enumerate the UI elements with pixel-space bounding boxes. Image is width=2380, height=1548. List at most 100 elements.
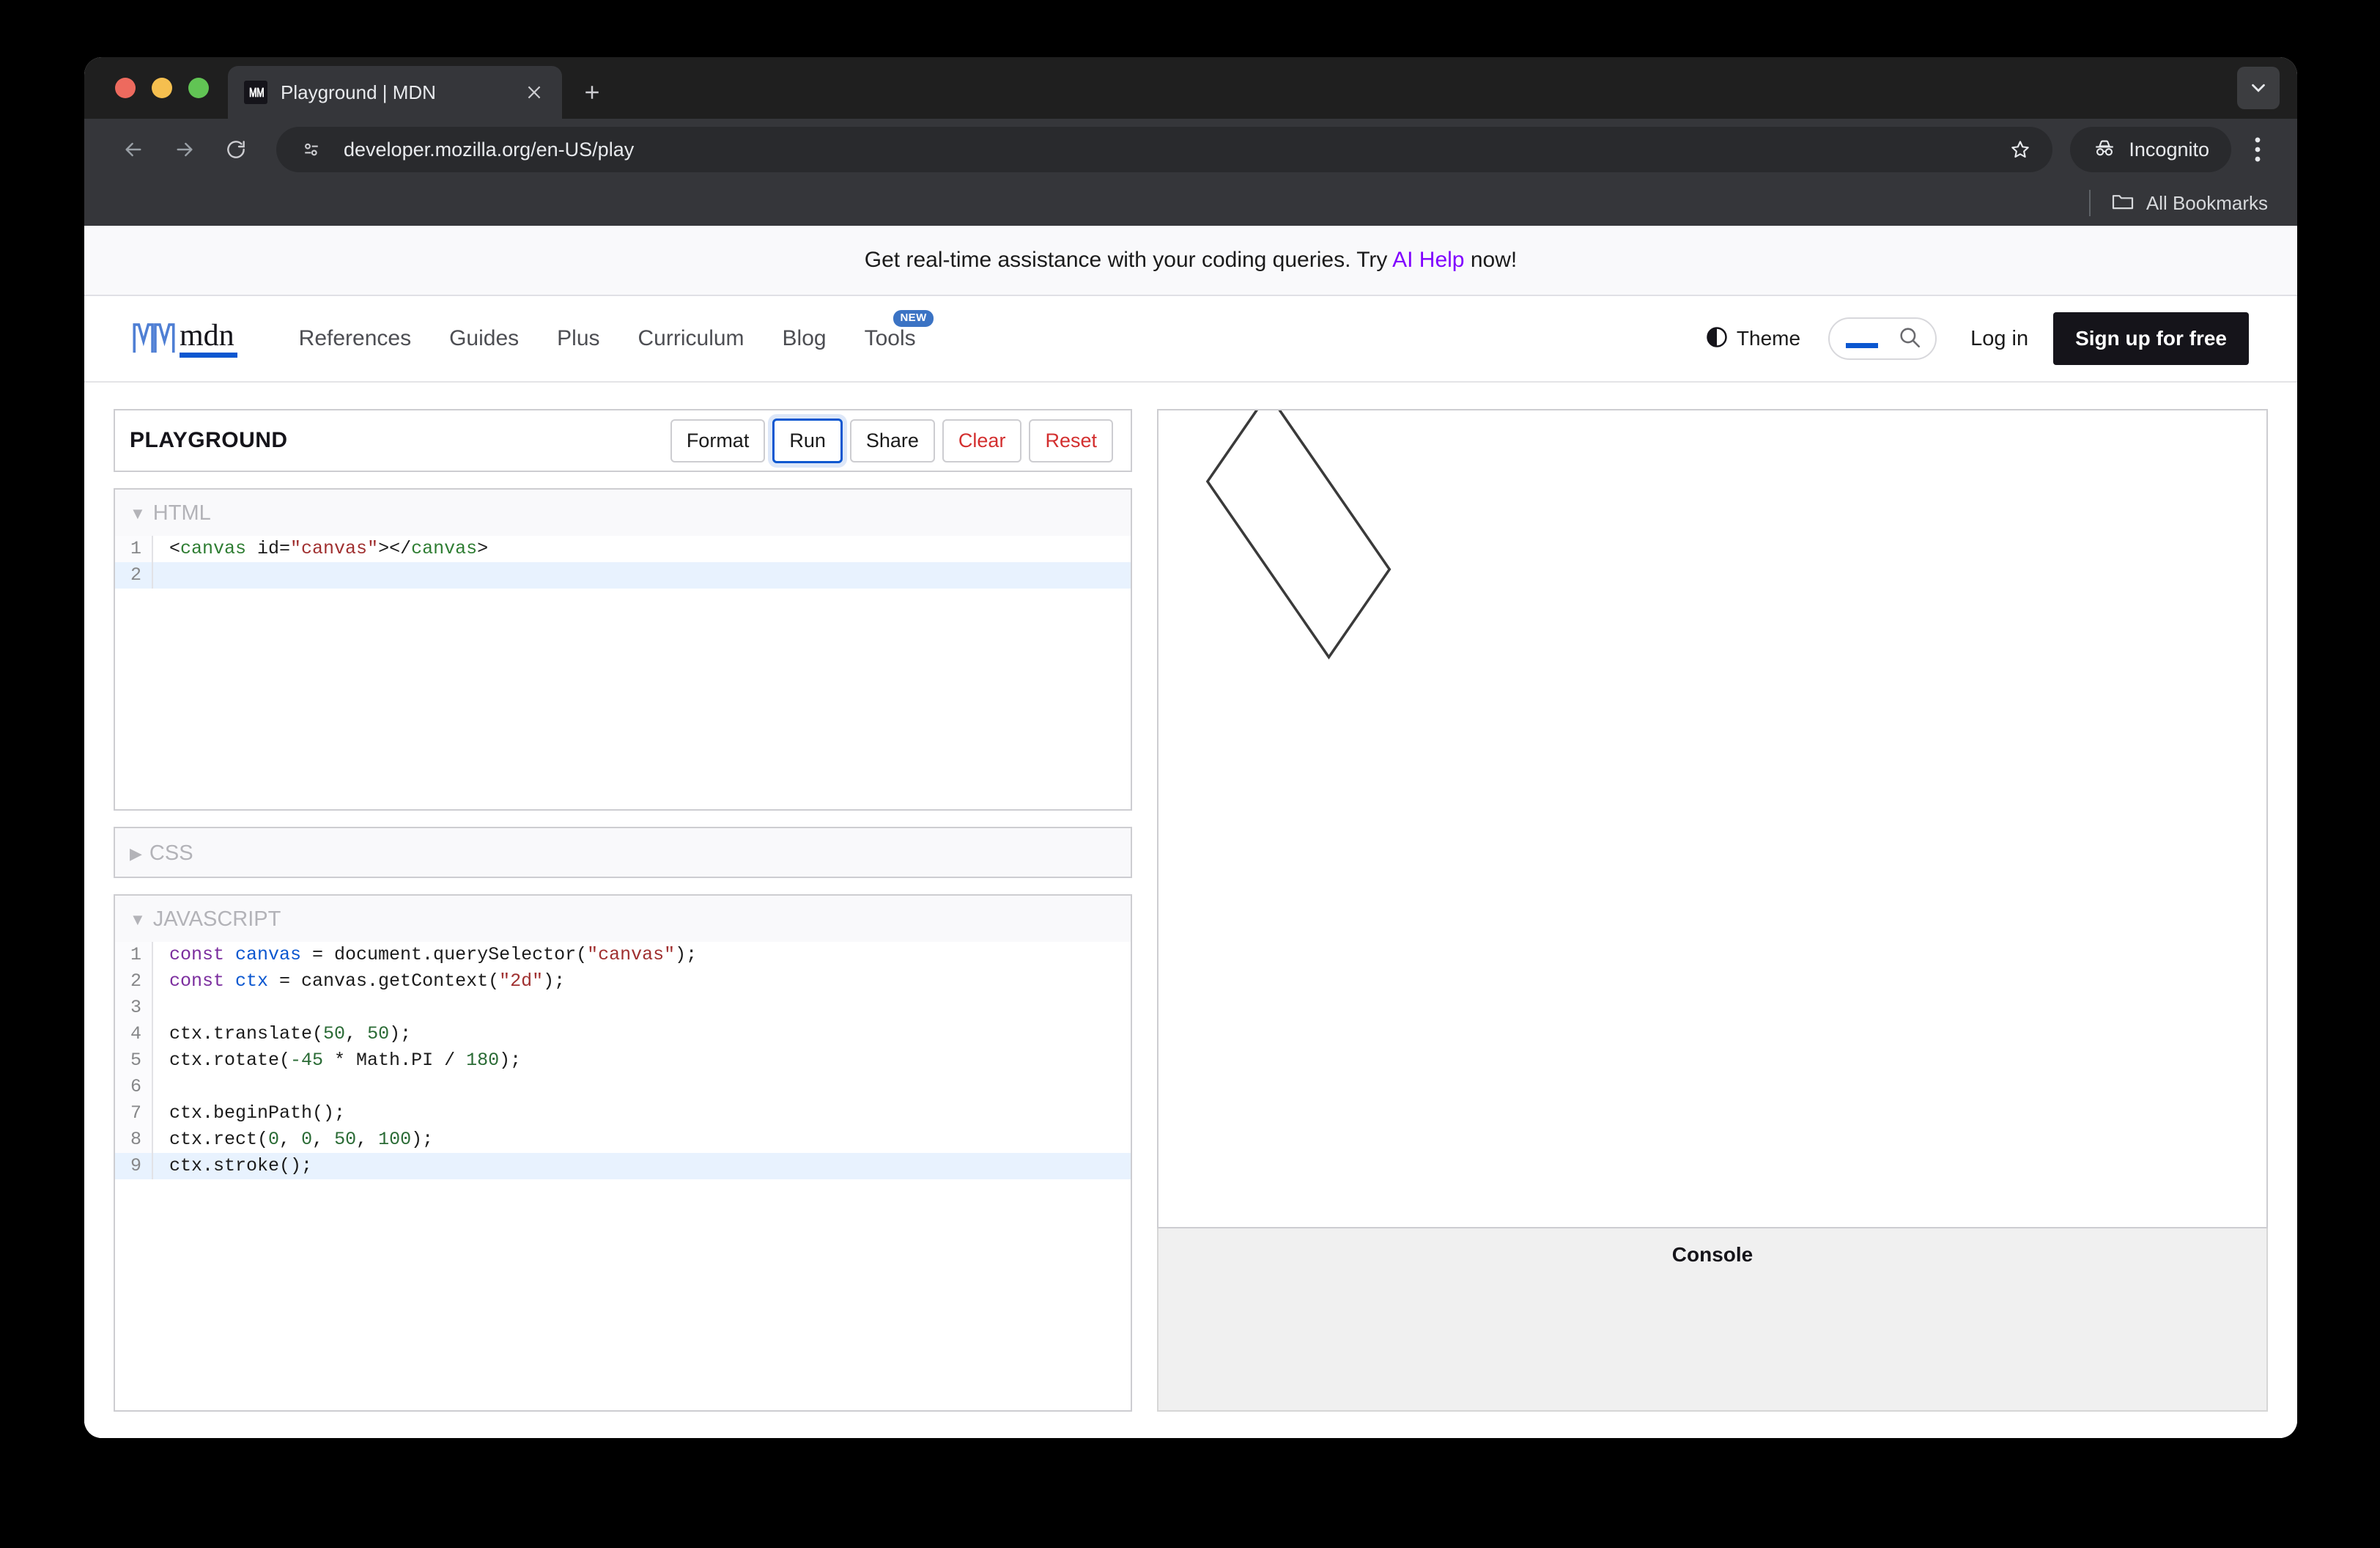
triangle-down-icon: ▼ bbox=[130, 910, 146, 929]
close-window-button[interactable] bbox=[115, 78, 136, 98]
code-token: 100 bbox=[378, 1129, 412, 1150]
code-text: ctx.rotate(-45 * Math.PI / 180); bbox=[153, 1047, 521, 1074]
html-editor-toggle[interactable]: ▼ HTML bbox=[115, 490, 1131, 536]
code-token: 180 bbox=[466, 1050, 500, 1071]
page-info-icon[interactable] bbox=[295, 133, 328, 166]
tab-strip: Playground | MDN bbox=[84, 57, 2297, 119]
maximize-window-button[interactable] bbox=[188, 78, 209, 98]
chevron-down-icon[interactable] bbox=[2237, 67, 2280, 109]
code-line[interactable]: 5 ctx.rotate(-45 * Math.PI / 180); bbox=[115, 1047, 1131, 1074]
code-token: ); bbox=[499, 1050, 522, 1071]
browser-tab[interactable]: Playground | MDN bbox=[228, 66, 562, 119]
line-number: 5 bbox=[115, 1047, 153, 1074]
browser-toolbar: developer.mozilla.org/en-US/play Incogni… bbox=[84, 119, 2297, 180]
search-icon bbox=[1897, 325, 1922, 353]
nav-item-plus[interactable]: Plus bbox=[538, 326, 618, 351]
nav-item-tools[interactable]: Tools NEW bbox=[846, 310, 935, 351]
announcement-text-after: now! bbox=[1464, 248, 1518, 272]
nav-label: Blog bbox=[782, 326, 827, 350]
theme-toggle-button[interactable]: Theme bbox=[1693, 326, 1814, 352]
close-icon[interactable] bbox=[520, 78, 549, 107]
code-line[interactable]: 1 <canvas id="canvas"></canvas> bbox=[115, 536, 1131, 562]
code-token: , bbox=[312, 1129, 335, 1150]
mdn-logo-text: mdn bbox=[180, 320, 237, 358]
reset-button[interactable]: Reset bbox=[1029, 419, 1113, 462]
nav-label: Tools bbox=[864, 326, 916, 350]
console-pane: Console bbox=[1157, 1228, 2268, 1412]
code-line[interactable]: 2 bbox=[115, 562, 1131, 589]
line-number: 1 bbox=[115, 942, 153, 968]
css-editor-toggle[interactable]: ▶ CSS bbox=[115, 828, 1131, 866]
code-text: ctx.stroke(); bbox=[153, 1153, 312, 1179]
code-token: , bbox=[356, 1129, 379, 1150]
line-number: 6 bbox=[115, 1074, 153, 1100]
code-token: ctx.rotate( bbox=[169, 1050, 291, 1071]
all-bookmarks-button[interactable]: All Bookmarks bbox=[2111, 192, 2268, 215]
reload-icon[interactable] bbox=[213, 127, 259, 172]
arrow-right-icon[interactable] bbox=[162, 127, 207, 172]
code-token: ctx.beginPath(); bbox=[169, 1102, 346, 1124]
page-viewport: Get real-time assistance with your codin… bbox=[84, 226, 2297, 1438]
code-token: ctx.translate( bbox=[169, 1023, 324, 1044]
output-column: Console bbox=[1157, 409, 2268, 1412]
javascript-code-area[interactable]: 1 const canvas = document.querySelector("… bbox=[115, 942, 1131, 1410]
nav-item-references[interactable]: References bbox=[280, 326, 430, 351]
plus-icon[interactable] bbox=[572, 73, 612, 112]
code-line[interactable]: 1 const canvas = document.querySelector("… bbox=[115, 942, 1131, 968]
clear-button[interactable]: Clear bbox=[942, 419, 1022, 462]
signup-button[interactable]: Sign up for free bbox=[2053, 312, 2249, 365]
code-token: canvas bbox=[235, 944, 302, 965]
line-number: 9 bbox=[115, 1153, 153, 1179]
code-token: ); bbox=[411, 1129, 434, 1150]
nav-item-blog[interactable]: Blog bbox=[764, 326, 846, 351]
bookmarks-divider bbox=[2088, 190, 2091, 216]
playground-actions: Format Run Share Clear Reset bbox=[670, 418, 1113, 463]
code-token: ctx.stroke(); bbox=[169, 1155, 313, 1176]
code-token: ); bbox=[543, 970, 566, 992]
url-text: developer.mozilla.org/en-US/play bbox=[344, 138, 635, 161]
code-token: 50 bbox=[367, 1023, 390, 1044]
html-code-area[interactable]: 1 <canvas id="canvas"></canvas> 2 bbox=[115, 536, 1131, 809]
code-token: const bbox=[169, 944, 236, 965]
code-line[interactable]: 7 ctx.beginPath(); bbox=[115, 1100, 1131, 1127]
ai-help-link[interactable]: AI Help bbox=[1392, 248, 1464, 272]
playground-toolbar: PLAYGROUND Format Run Share Clear Reset bbox=[114, 409, 1132, 472]
code-line[interactable]: 6 bbox=[115, 1074, 1131, 1100]
line-number: 3 bbox=[115, 995, 153, 1021]
site-header: mdn References Guides Plus Curriculum Bl… bbox=[84, 296, 2297, 383]
nav-label: Curriculum bbox=[638, 326, 744, 350]
css-editor-label: CSS bbox=[149, 841, 193, 865]
code-token: = canvas.getContext( bbox=[268, 970, 500, 992]
canvas-render bbox=[1205, 410, 1392, 660]
javascript-editor-toggle[interactable]: ▼ JAVASCRIPT bbox=[115, 896, 1131, 942]
incognito-indicator[interactable]: Incognito bbox=[2070, 127, 2231, 172]
code-line[interactable]: 3 bbox=[115, 995, 1131, 1021]
line-number: 4 bbox=[115, 1021, 153, 1047]
format-button[interactable]: Format bbox=[670, 419, 766, 462]
arrow-left-icon[interactable] bbox=[111, 127, 156, 172]
code-line[interactable]: 2 const ctx = canvas.getContext("2d"); bbox=[115, 968, 1131, 995]
star-icon[interactable] bbox=[2001, 130, 2039, 169]
login-link[interactable]: Log in bbox=[1953, 327, 2046, 351]
kebab-menu-icon[interactable] bbox=[2237, 127, 2278, 172]
code-token: id= bbox=[246, 538, 291, 559]
code-line[interactable]: 8 ctx.rect(0, 0, 50, 100); bbox=[115, 1127, 1131, 1153]
code-token: ctx bbox=[235, 970, 269, 992]
window-traffic-lights bbox=[84, 57, 228, 119]
run-button[interactable]: Run bbox=[772, 418, 843, 463]
nav-item-curriculum[interactable]: Curriculum bbox=[619, 326, 764, 351]
code-line[interactable]: 4 ctx.translate(50, 50); bbox=[115, 1021, 1131, 1047]
code-token: ); bbox=[675, 944, 698, 965]
code-token: canvas bbox=[180, 538, 247, 559]
search-input[interactable] bbox=[1828, 317, 1937, 360]
code-line[interactable]: 9 ctx.stroke(); bbox=[115, 1153, 1131, 1179]
code-token: -45 bbox=[290, 1050, 324, 1071]
share-button[interactable]: Share bbox=[849, 419, 935, 462]
triangle-right-icon: ▶ bbox=[130, 844, 142, 863]
minimize-window-button[interactable] bbox=[152, 78, 172, 98]
mdn-logo-link[interactable]: mdn bbox=[133, 320, 237, 358]
nav-item-guides[interactable]: Guides bbox=[430, 326, 538, 351]
address-bar[interactable]: developer.mozilla.org/en-US/play bbox=[276, 127, 2053, 172]
